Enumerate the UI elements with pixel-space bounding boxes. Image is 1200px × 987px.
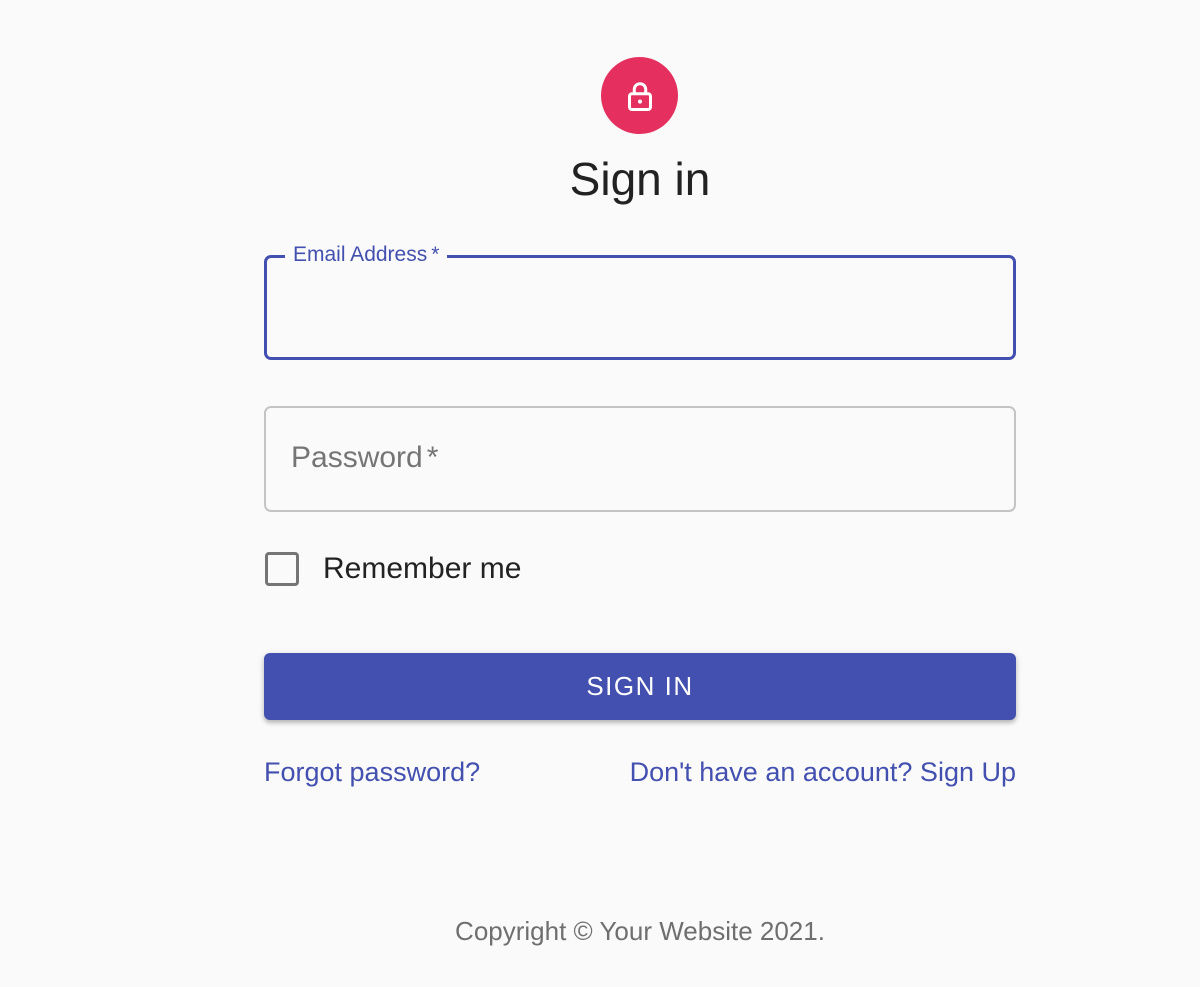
avatar — [601, 57, 678, 134]
sign-in-page: Sign in Email Address * Password * Remembe… — [0, 0, 1200, 987]
sign-in-button[interactable]: SIGN IN — [264, 653, 1016, 720]
remember-me-label: Remember me — [323, 552, 522, 585]
email-label: Email Address * — [285, 242, 448, 268]
page-title: Sign in — [569, 153, 711, 205]
password-field[interactable]: Password * — [264, 406, 1016, 512]
email-input[interactable] — [267, 258, 1013, 357]
lock-icon — [627, 81, 652, 111]
remember-me-checkbox[interactable]: Remember me — [265, 549, 521, 589]
forgot-password-link[interactable]: Forgot password? — [264, 756, 480, 788]
sign-up-link[interactable]: Don't have an account? Sign Up — [630, 756, 1016, 788]
email-field[interactable]: Email Address * — [264, 242, 1016, 360]
checkbox-box[interactable] — [265, 552, 299, 586]
password-input[interactable] — [266, 408, 1014, 510]
copyright-text: Copyright © Your Website 2021. — [455, 916, 825, 946]
